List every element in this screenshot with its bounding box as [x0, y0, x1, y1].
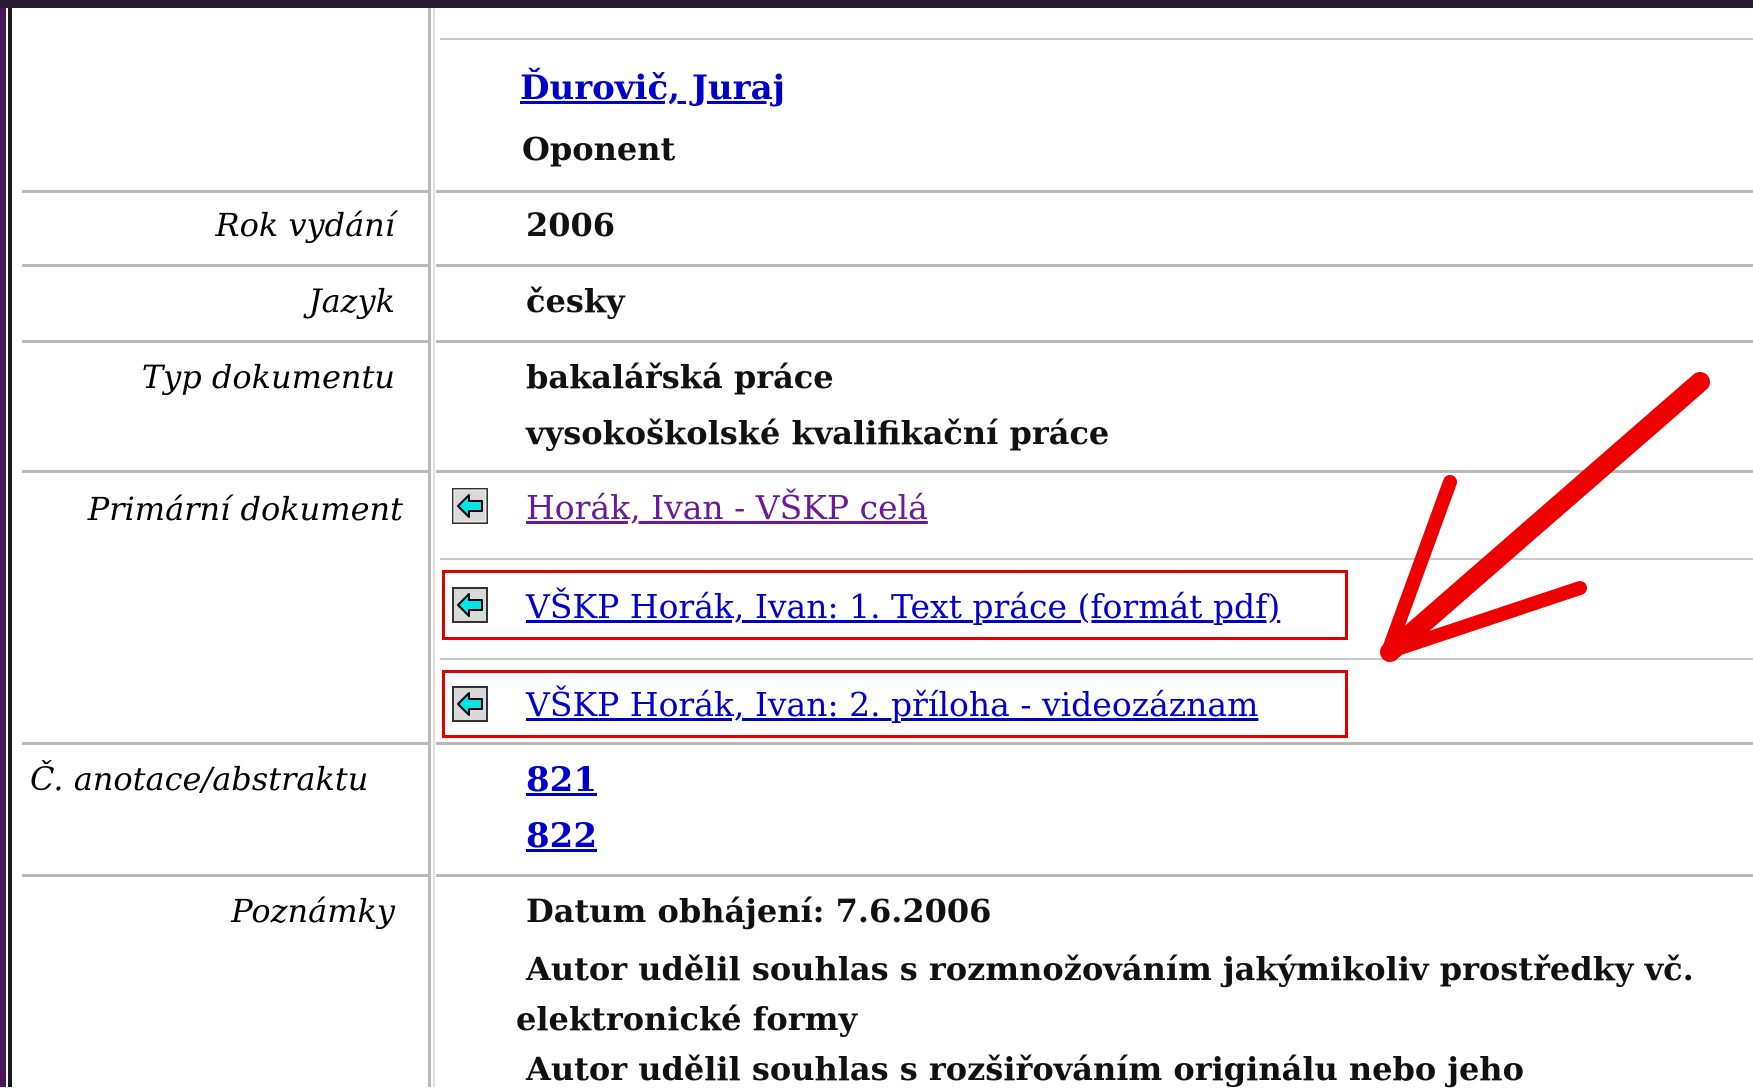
doctype-value-2: vysokoškolské kvalifikační práce	[526, 414, 1110, 452]
row-separator	[22, 874, 428, 877]
notes-line-4: Autor udělil souhlas s rozšiřováním orig…	[526, 1050, 1524, 1088]
column-divider-shadow	[433, 8, 435, 1087]
red-pointer-arrow-icon	[1380, 372, 1710, 662]
language-value: česky	[526, 282, 625, 320]
left-frame-inner	[8, 0, 12, 1087]
annotation-link-822[interactable]: 822	[526, 816, 597, 856]
cyan-left-arrow-icon[interactable]	[452, 686, 488, 722]
row-separator	[22, 340, 428, 343]
author-link[interactable]: Ďurovič, Juraj	[520, 68, 785, 108]
row-separator	[22, 742, 428, 745]
primary-doc-label: Primární dokument	[87, 490, 403, 528]
notes-line-1: Datum obhájení: 7.6.2006	[526, 892, 992, 930]
row-separator	[22, 470, 428, 473]
cyan-left-arrow-icon[interactable]	[452, 488, 488, 524]
row-separator	[436, 190, 1753, 193]
doctype-value-1: bakalářská práce	[526, 358, 834, 396]
primary-doc-link-pdf[interactable]: VŠKP Horák, Ivan: 1. Text práce (formát …	[526, 587, 1280, 626]
row-separator	[436, 742, 1753, 745]
year-value: 2006	[526, 206, 616, 244]
column-divider	[428, 8, 431, 1087]
top-row-separator	[440, 38, 1753, 40]
row-separator	[436, 264, 1753, 267]
annotation-link-821[interactable]: 821	[526, 760, 597, 800]
notes-label: Poznámky	[231, 892, 395, 930]
cyan-left-arrow-icon[interactable]	[452, 587, 488, 623]
year-label: Rok vydání	[215, 206, 395, 244]
primary-doc-link-full[interactable]: Horák, Ivan - VŠKP celá	[526, 488, 928, 527]
annotation-label: Č. anotace/abstraktu	[30, 760, 369, 798]
row-separator	[436, 874, 1753, 877]
row-separator	[22, 264, 428, 267]
top-frame-border	[0, 0, 1753, 8]
author-role: Oponent	[522, 130, 676, 168]
doctype-label: Typ dokumentu	[141, 358, 395, 396]
language-label: Jazyk	[308, 282, 395, 320]
primary-doc-link-video[interactable]: VŠKP Horák, Ivan: 2. příloha - videozázn…	[526, 685, 1258, 724]
notes-line-3: elektronické formy	[516, 1000, 858, 1038]
row-separator	[22, 190, 428, 193]
notes-line-2: Autor udělil souhlas s rozmnožováním jak…	[526, 950, 1694, 988]
left-frame-border	[0, 0, 6, 1087]
row-separator	[436, 340, 1753, 343]
